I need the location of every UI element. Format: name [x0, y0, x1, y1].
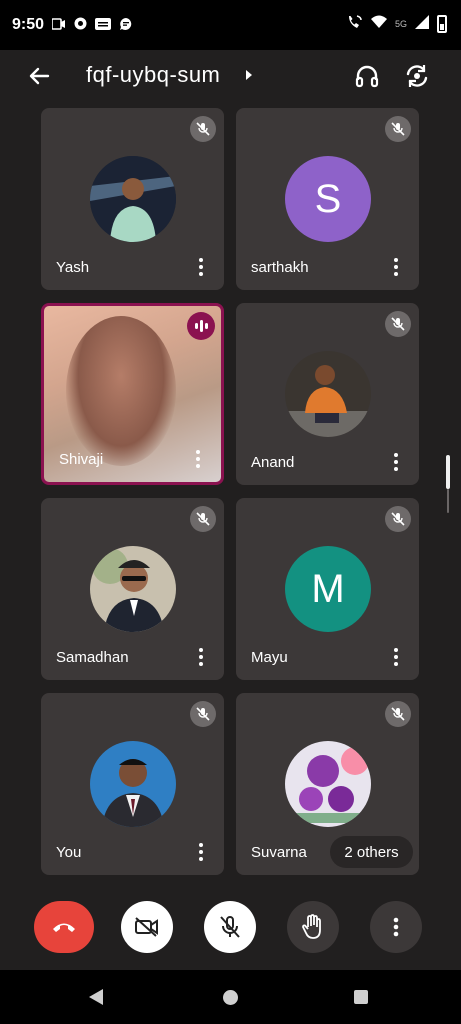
avatar-initial: M: [311, 566, 345, 611]
others-count-chip[interactable]: 2 others: [330, 836, 413, 868]
participant-tile[interactable]: M Mayu: [236, 498, 419, 680]
more-vert-icon[interactable]: [192, 841, 210, 863]
end-call-icon: [53, 923, 75, 932]
call-wifi-icon: [347, 14, 363, 33]
headphones-icon: [355, 65, 379, 88]
mic-muted-icon: [190, 506, 216, 532]
camera-off-icon: [135, 917, 158, 937]
more-vert-icon[interactable]: [192, 256, 210, 278]
participant-tile-self[interactable]: You: [41, 693, 224, 875]
network-type-label: 5G: [394, 18, 407, 29]
mic-muted-icon: [385, 701, 411, 727]
more-vert-icon[interactable]: [189, 448, 207, 470]
mic-muted-icon: [385, 311, 411, 337]
initial-avatar: S: [285, 156, 371, 242]
mic-muted-icon: [385, 116, 411, 142]
back-arrow-icon: [29, 67, 50, 85]
battery-icon: [437, 14, 447, 33]
participant-avatar: [285, 351, 371, 437]
status-time: 9:50: [12, 16, 45, 33]
video-record-icon: [51, 17, 66, 33]
system-nav-bar: [0, 970, 461, 1024]
participant-name: Suvarna: [251, 844, 307, 861]
avatar-initial: S: [314, 176, 342, 221]
participant-avatar: [285, 741, 371, 827]
participant-avatar: [90, 156, 176, 242]
participant-name: Yash: [56, 259, 90, 276]
participant-name: Mayu: [251, 649, 288, 666]
signal-icon: [415, 15, 429, 32]
participant-tile[interactable]: Anand: [236, 303, 419, 485]
participant-name: You: [56, 844, 82, 861]
mic-off-icon: [220, 916, 240, 938]
more-vert-icon[interactable]: [387, 256, 405, 278]
nav-home-icon[interactable]: [223, 990, 238, 1005]
mic-muted-icon: [190, 701, 216, 727]
caret-right-icon[interactable]: [246, 70, 252, 80]
app-icon: [74, 17, 87, 33]
participant-name: Anand: [251, 454, 295, 471]
participant-video-tile[interactable]: Shivaji: [41, 303, 224, 485]
raise-hand-button[interactable]: [287, 901, 339, 953]
more-vert-icon[interactable]: [387, 451, 405, 473]
scrollbar-track: [447, 489, 449, 513]
news-app-icon: [95, 17, 112, 33]
participant-name: sarthakh: [251, 259, 309, 276]
camera-toggle-button[interactable]: [121, 901, 173, 953]
flip-camera-icon: [406, 65, 428, 87]
scrollbar-thumb[interactable]: [446, 455, 450, 489]
nav-recents-icon[interactable]: [354, 990, 368, 1004]
switch-camera-button[interactable]: [402, 61, 432, 91]
nav-back-icon[interactable]: [89, 989, 103, 1005]
participant-name: Shivaji: [59, 451, 104, 468]
speaking-indicator-icon: [187, 312, 215, 340]
participant-avatar: [90, 546, 176, 632]
participant-video: [66, 316, 176, 466]
call-controls: [0, 895, 461, 965]
participant-tile[interactable]: S sarthakh: [236, 108, 419, 290]
participant-name: Samadhan: [56, 649, 129, 666]
raise-hand-icon: [302, 914, 321, 939]
mic-muted-icon: [385, 506, 411, 532]
wifi-icon: [370, 15, 387, 32]
chat-icon: [119, 17, 133, 34]
meeting-code[interactable]: fqf-uybq-sum: [86, 62, 220, 88]
status-bar: 9:50 5G: [0, 0, 461, 50]
end-call-button[interactable]: [34, 901, 94, 953]
more-options-button[interactable]: [370, 901, 422, 953]
more-vert-icon[interactable]: [192, 646, 210, 668]
more-options-icon: [393, 917, 399, 937]
mic-muted-icon: [190, 116, 216, 142]
more-vert-icon[interactable]: [387, 646, 405, 668]
audio-output-button[interactable]: [352, 61, 382, 91]
mic-toggle-button[interactable]: [204, 901, 256, 953]
participant-avatar: [90, 741, 176, 827]
meeting-header: fqf-uybq-sum: [0, 50, 461, 102]
participant-tile[interactable]: Yash: [41, 108, 224, 290]
participant-tile[interactable]: Samadhan: [41, 498, 224, 680]
back-button[interactable]: [26, 62, 54, 90]
initial-avatar: M: [285, 546, 371, 632]
